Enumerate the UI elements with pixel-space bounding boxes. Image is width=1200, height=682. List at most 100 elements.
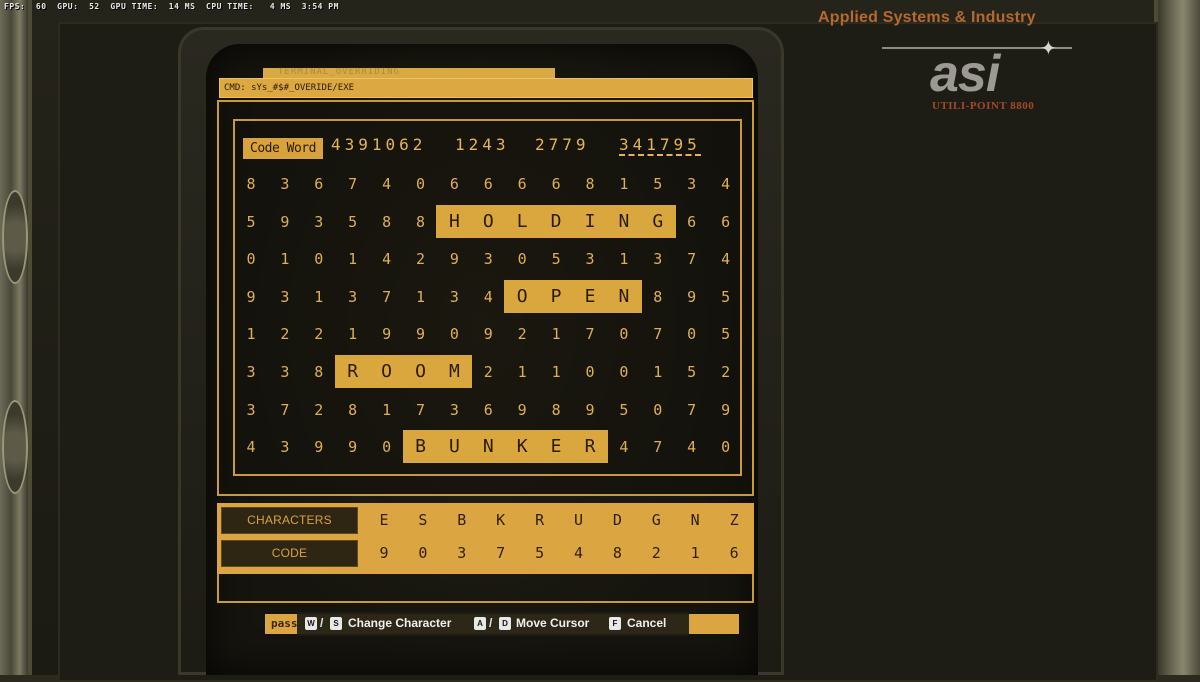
grid-digit: 4 (721, 250, 731, 269)
grid-digit: 0 (517, 250, 527, 269)
grid-digit: 3 (280, 363, 290, 381)
grid-digit: 9 (687, 287, 697, 306)
key-character: G (651, 511, 661, 529)
logo-wordmark: asi (930, 45, 1000, 103)
grid-digit: 2 (415, 250, 426, 269)
grid-digit: 7 (687, 250, 697, 269)
key-code: 8 (612, 544, 622, 562)
word-letter: L (516, 210, 528, 232)
grid-digit: 9 (483, 325, 493, 344)
grid-digit: 3 (483, 250, 493, 269)
grid-digit: 0 (382, 438, 392, 457)
grid-digit: 2 (483, 363, 493, 381)
key-code: 7 (496, 544, 506, 562)
grid-digit: 3 (348, 287, 358, 306)
d-key-icon: D (499, 617, 511, 630)
grid-digit: 6 (721, 212, 731, 231)
grid-digit: 3 (314, 212, 324, 231)
grid-digit: 0 (246, 250, 256, 269)
grid-digit: 7 (653, 438, 663, 457)
grid-digit: 1 (517, 363, 527, 381)
grid-digit: 6 (483, 400, 493, 419)
grid-digit: 6 (687, 212, 697, 231)
performance-overlay: FPS: 60 GPU: 52 GPU TIME: 14 MS CPU TIME… (4, 2, 339, 11)
word-letter: O (415, 361, 426, 382)
word-letter: O (381, 361, 392, 382)
code-word-input[interactable]: 341795 (619, 136, 701, 156)
grid-digit: 1 (653, 363, 663, 381)
machine-bolt (2, 400, 28, 494)
word-letter: E (550, 436, 562, 458)
grid-digit: 7 (687, 400, 697, 419)
cancel-hint: Cancel (627, 616, 667, 630)
grid-digit: 9 (721, 400, 731, 419)
grid-digit: 0 (449, 325, 459, 344)
grid-digit: 9 (280, 212, 290, 231)
grid-digit: 5 (246, 212, 256, 231)
code-word-group: 1243 (455, 135, 510, 154)
grid-digit: 7 (382, 287, 392, 306)
grid-digit: 5 (619, 400, 629, 419)
word-letter: N (618, 285, 630, 307)
grid-digit: 0 (721, 438, 731, 457)
grid-digit: 3 (280, 175, 290, 193)
machine-bolt (2, 190, 28, 284)
grid-digit: 8 (551, 400, 561, 419)
grid-digit: 5 (551, 250, 561, 269)
grid-digit: 4 (382, 175, 392, 193)
grid-digit: 9 (348, 438, 358, 457)
word-letter: P (550, 285, 562, 307)
grid-digit: 7 (348, 175, 358, 193)
key-character: S (418, 511, 428, 529)
hint-prefix-text: pass (271, 617, 298, 630)
grid-digit: 2 (280, 325, 290, 344)
w-key-icon: W (305, 617, 317, 630)
grid-digit: 1 (314, 287, 324, 306)
grid-digit: 8 (314, 363, 324, 381)
grid-digit: 5 (653, 175, 663, 193)
grid-digit: 2 (517, 325, 527, 344)
word-letter: R (584, 436, 596, 458)
logo-star-icon: ✦ (1040, 36, 1057, 60)
asi-logo: ✦ asi UTILI-POINT 8800 (880, 38, 1080, 114)
command-text: CMD: sYs_#$#_OVERIDE/EXE (224, 83, 355, 93)
s-key-icon: S (330, 617, 342, 630)
grid-digit: 0 (619, 363, 629, 381)
move-cursor-hint: Move Cursor (516, 616, 590, 630)
brand-company-name: Applied Systems & Industry (818, 9, 1036, 26)
key-code: 5 (535, 544, 545, 562)
command-bar: CMD: sYs_#$#_OVERIDE/EXE (219, 78, 753, 98)
grid-digit: 1 (551, 363, 561, 381)
highlighted-word-bunker: BUNKER (402, 430, 608, 464)
grid-digit: 9 (449, 250, 459, 269)
grid-digit: 1 (348, 325, 358, 344)
grid-digit: 6 (483, 175, 493, 193)
right-machine-edge (1158, 0, 1200, 675)
grid-digit: 8 (246, 175, 256, 193)
key-code: 2 (651, 544, 661, 562)
grid-digit: 3 (246, 363, 256, 381)
grid-digit: 6 (517, 175, 527, 193)
key-code: 0 (418, 544, 428, 562)
grid-digit: 1 (619, 250, 629, 269)
grid-digit: 9 (517, 400, 527, 419)
key-character: R (535, 511, 545, 529)
grid-digit: 1 (619, 175, 629, 193)
grid-digit: 9 (585, 400, 595, 419)
cipher-key-table: CHARACTERS CODE E S B K R U D G N Z 9 0 3 7 5 4 8 2 1 6 (217, 503, 754, 574)
code-word-group: 2779 (535, 135, 590, 154)
grid-digit: 6 (449, 175, 459, 193)
grid-digit: 0 (687, 325, 697, 344)
grid-digit: 3 (280, 287, 290, 306)
word-letter: E (584, 285, 596, 307)
grid-digit: 7 (653, 325, 663, 344)
grid-digit: 3 (687, 175, 697, 193)
highlighted-word-open: OPEN (504, 279, 642, 313)
grid-digit: 8 (348, 400, 358, 419)
hint-separator: / (489, 616, 493, 630)
grid-digit: 2 (721, 363, 731, 381)
key-code: 1 (690, 544, 700, 562)
change-character-hint: Change Character (348, 616, 452, 630)
key-character: B (457, 511, 467, 529)
grid-digit: 1 (348, 250, 358, 269)
